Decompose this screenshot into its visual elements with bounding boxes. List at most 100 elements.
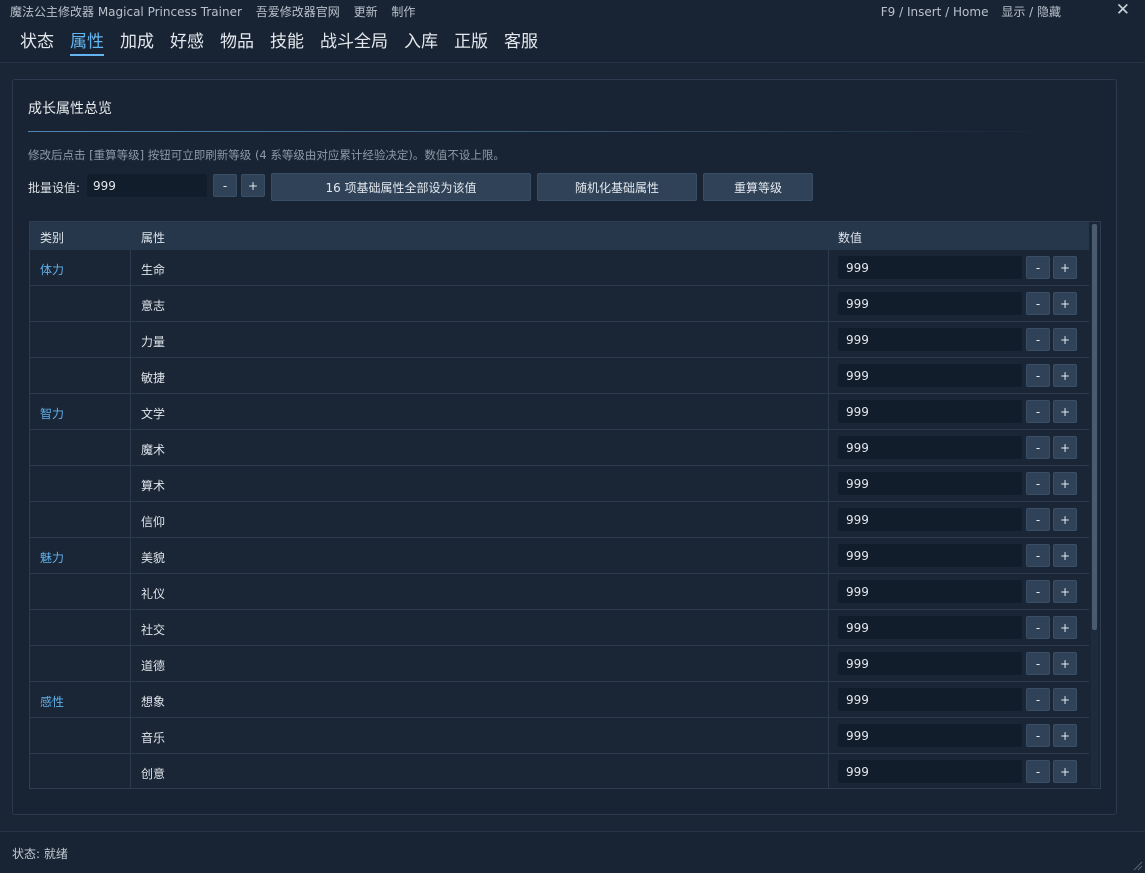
increment-button[interactable]: + [1053,472,1077,495]
value-input[interactable] [838,724,1022,747]
value-input[interactable] [838,688,1022,711]
tab-attributes[interactable]: 属性 [70,27,104,56]
value-input[interactable] [838,436,1022,459]
credits-link[interactable]: 制作 [391,5,415,19]
update-link[interactable]: 更新 [354,5,378,19]
column-divider [828,250,829,285]
value-input[interactable] [838,544,1022,567]
increment-button[interactable]: + [1053,616,1077,639]
value-input[interactable] [838,364,1022,387]
column-divider [828,574,829,609]
increment-button[interactable]: + [1053,508,1077,531]
table-row: 魔术 -+ [30,430,1089,466]
column-divider [130,358,131,393]
decrement-button[interactable]: - [1026,400,1050,423]
scrollbar-thumb[interactable] [1092,224,1097,630]
decrement-button[interactable]: - [1026,544,1050,567]
app-title: 魔法公主修改器 Magical Princess Trainer [10,5,242,19]
title-right: F9 / Insert / Home 显示 / 隐藏 [872,3,1061,20]
value-input[interactable] [838,508,1022,531]
tab-genuine[interactable]: 正版 [454,27,488,54]
attribute-cell: 创意 [141,767,166,781]
increment-button[interactable]: + [1053,688,1077,711]
decrement-button[interactable]: - [1026,292,1050,315]
close-icon[interactable]: ✕ [1116,0,1130,20]
column-divider [828,502,829,537]
value-input[interactable] [838,292,1022,315]
decrement-button[interactable]: - [1026,256,1050,279]
column-divider [130,286,131,321]
value-input[interactable] [838,616,1022,639]
value-input[interactable] [838,256,1022,279]
column-divider [828,682,829,717]
value-input[interactable] [838,328,1022,351]
attribute-cell: 信仰 [141,515,166,529]
increment-button[interactable]: + [1053,328,1077,351]
decrement-button[interactable]: - [1026,652,1050,675]
randomize-button[interactable]: 随机化基础属性 [537,173,697,201]
header-attribute: 属性 [141,231,166,245]
batch-decrement-button[interactable]: - [213,174,237,197]
increment-button[interactable]: + [1053,760,1077,783]
recalc-level-button[interactable]: 重算等级 [703,173,813,201]
table-header: 类别 属性 数值 [30,222,1089,250]
decrement-button[interactable]: - [1026,616,1050,639]
tab-skills[interactable]: 技能 [270,27,304,54]
column-divider [828,322,829,357]
decrement-button[interactable]: - [1026,328,1050,351]
increment-button[interactable]: + [1053,292,1077,315]
tab-bonus[interactable]: 加成 [120,27,154,54]
increment-button[interactable]: + [1053,652,1077,675]
panel-title: 成长属性总览 [28,101,112,117]
attributes-table: 类别 属性 数值 体力生命-+意志-+力量-+敏捷-+智力文学-+魔术-+算术-… [29,221,1101,789]
increment-button[interactable]: + [1053,364,1077,387]
batch-value-input[interactable] [87,174,207,197]
official-site-link[interactable]: 吾爱修改器官网 [256,5,340,19]
increment-button[interactable]: + [1053,544,1077,567]
increment-button[interactable]: + [1053,400,1077,423]
table-row: 敏捷 -+ [30,358,1089,394]
value-input[interactable] [838,472,1022,495]
category-cell: 魅力 [40,551,65,565]
resize-grip-icon[interactable] [1131,859,1143,871]
decrement-button[interactable]: - [1026,472,1050,495]
increment-button[interactable]: + [1053,256,1077,279]
column-divider [828,286,829,321]
table-row: 感性 想象 -+ [30,682,1089,718]
set-all-button[interactable]: 16 项基础属性全部设为该值 [271,173,531,201]
tab-storage[interactable]: 入库 [404,27,438,54]
decrement-button[interactable]: - [1026,760,1050,783]
decrement-button[interactable]: - [1026,508,1050,531]
value-input[interactable] [838,760,1022,783]
hotkey-text: F9 / Insert / Home [880,5,989,19]
show-hide-toggle[interactable]: 显示 / 隐藏 [1001,5,1061,19]
attribute-cell: 音乐 [141,731,166,745]
table-row: 算术 -+ [30,466,1089,502]
column-divider [828,754,829,788]
attribute-cell: 道德 [141,659,166,673]
tab-status[interactable]: 状态 [20,27,54,54]
value-input[interactable] [838,580,1022,603]
attribute-cell: 魔术 [141,443,166,457]
column-divider [828,538,829,573]
value-input[interactable] [838,400,1022,423]
value-input[interactable] [838,652,1022,675]
increment-button[interactable]: + [1053,580,1077,603]
column-divider [130,322,131,357]
increment-button[interactable]: + [1053,724,1077,747]
table-row: 智力 文学 -+ [30,394,1089,430]
tab-items[interactable]: 物品 [220,27,254,54]
decrement-button[interactable]: - [1026,364,1050,387]
tab-affection[interactable]: 好感 [170,27,204,54]
decrement-button[interactable]: - [1026,688,1050,711]
decrement-button[interactable]: - [1026,436,1050,459]
tab-support[interactable]: 客服 [504,27,538,54]
column-divider [130,610,131,645]
title-left: 魔法公主修改器 Magical Princess Trainer 吾爱修改器官网… [10,3,425,20]
decrement-button[interactable]: - [1026,580,1050,603]
attribute-cell: 礼仪 [141,587,166,601]
tab-battle-global[interactable]: 战斗全局 [320,27,388,54]
batch-increment-button[interactable]: + [241,174,265,197]
increment-button[interactable]: + [1053,436,1077,459]
decrement-button[interactable]: - [1026,724,1050,747]
